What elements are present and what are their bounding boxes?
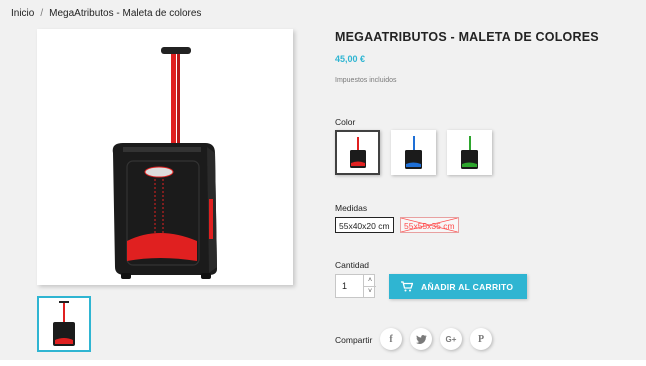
quantity-label: Cantidad (335, 260, 370, 270)
breadcrumb-current[interactable]: MegaAtributos - Maleta de colores (49, 8, 201, 19)
color-swatch-verde[interactable] (447, 130, 492, 175)
pinterest-icon: P (477, 333, 485, 345)
product-price: 45,00 € (335, 54, 366, 64)
facebook-share-button[interactable]: f (380, 328, 402, 350)
suitcase-thumbnail (53, 301, 75, 346)
google-plus-share-button[interactable]: G+ (440, 328, 462, 350)
tax-note: Impuestos incluidos (335, 77, 397, 84)
twitter-icon (415, 334, 427, 344)
color-label: Color (335, 117, 356, 127)
size-option-55x55x35[interactable]: 55x55x35 cm (400, 217, 459, 233)
quantity-stepper: ˄ ˅ (335, 274, 376, 298)
google-plus-icon: G+ (445, 334, 457, 344)
breadcrumb: Inicio / MegaAtributos - Maleta de color… (11, 8, 201, 19)
color-swatch-rojo[interactable] (335, 130, 380, 175)
suitcase-blue-icon (405, 136, 422, 169)
share-label: Compartir (335, 335, 373, 345)
product-main-image[interactable] (37, 29, 293, 285)
twitter-share-button[interactable] (410, 328, 432, 350)
size-option-55x40x20[interactable]: 55x40x20 cm (335, 217, 394, 233)
add-to-cart-label: AÑADIR AL CARRITO (421, 281, 514, 292)
size-label: Medidas (335, 203, 368, 213)
unavailable-strike-icon (401, 218, 458, 232)
pinterest-share-button[interactable]: P (470, 328, 492, 350)
thumbnail-selected[interactable] (37, 296, 91, 352)
quantity-input[interactable] (336, 275, 362, 297)
facebook-icon: f (389, 333, 393, 345)
quantity-down-button[interactable]: ˅ (363, 286, 376, 297)
add-to-cart-button[interactable]: AÑADIR AL CARRITO (389, 274, 527, 299)
suitcase-red-icon (350, 137, 366, 168)
suitcase-image (112, 47, 217, 279)
breadcrumb-home-link[interactable]: Inicio (11, 8, 34, 19)
breadcrumb-separator: / (40, 8, 44, 19)
cart-icon (401, 281, 413, 292)
suitcase-green-icon (461, 136, 478, 169)
product-title: MEGAATRIBUTOS - MALETA DE COLORES (335, 30, 599, 44)
color-swatch-azul[interactable] (391, 130, 436, 175)
